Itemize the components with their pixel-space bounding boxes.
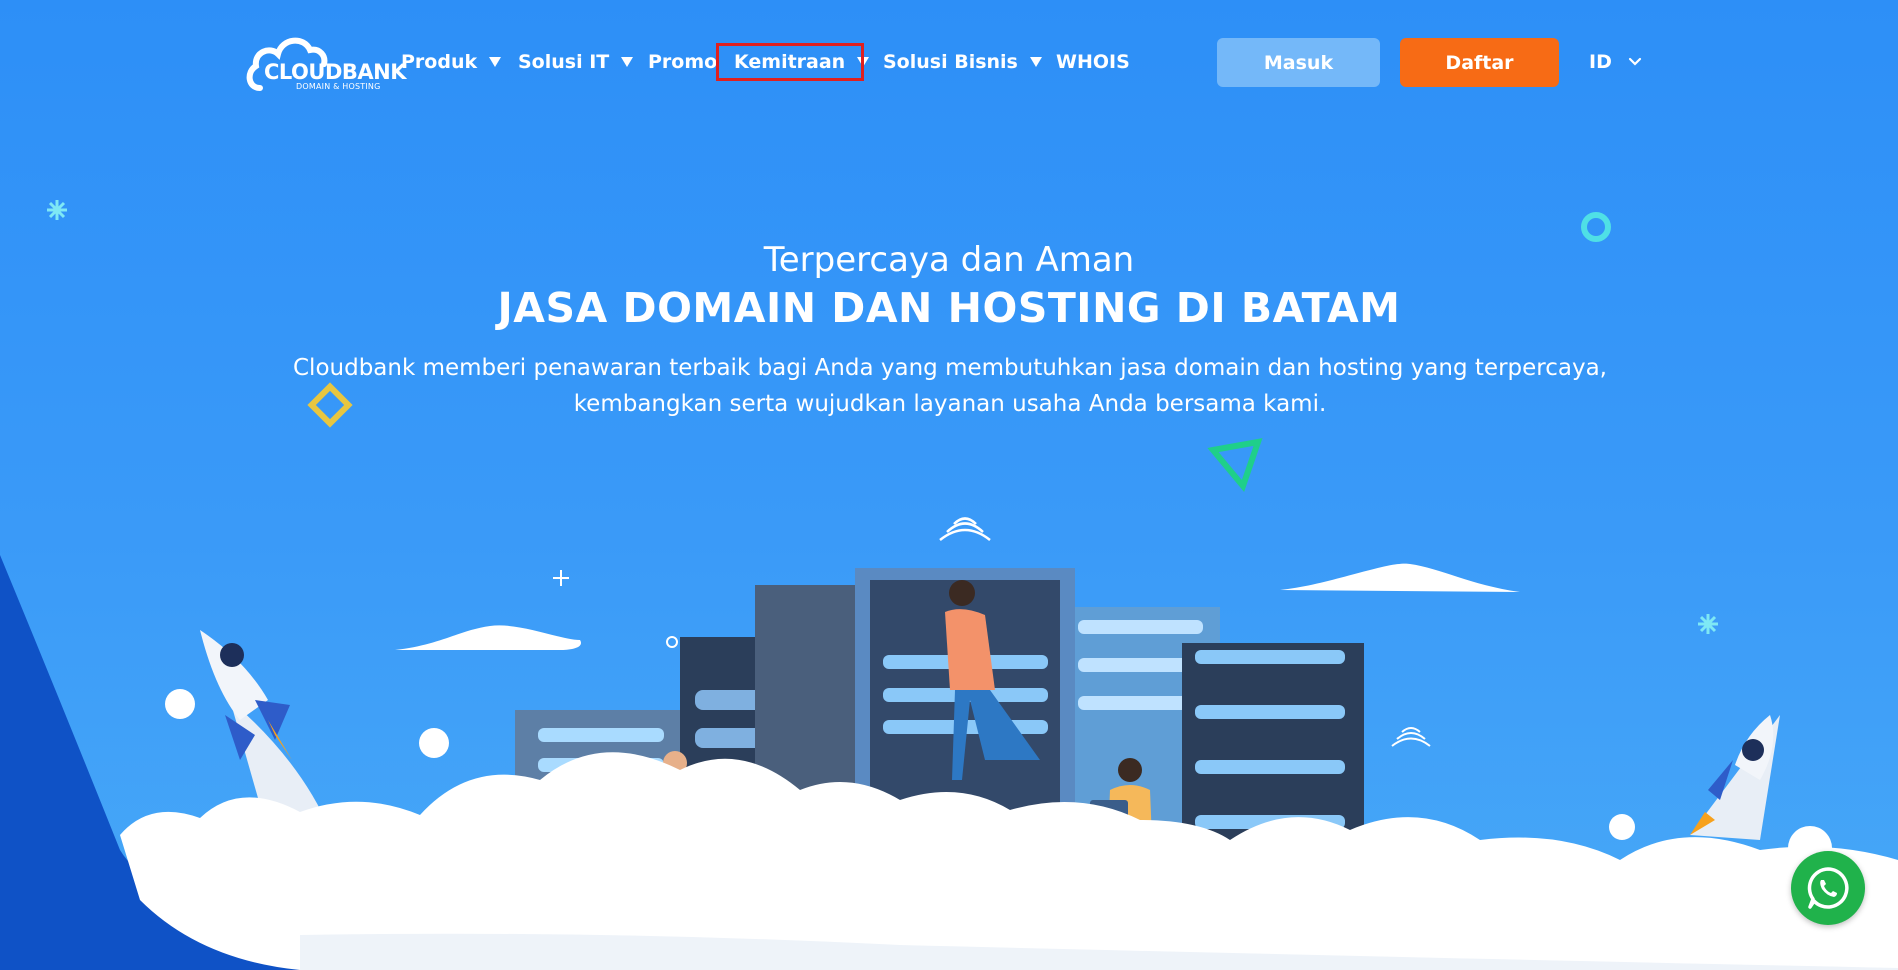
dot-icon (666, 636, 678, 648)
ball (419, 728, 449, 758)
whatsapp-icon (1807, 867, 1849, 909)
sparkle-icon (47, 200, 67, 220)
sky-cloud (1280, 563, 1520, 592)
ball (165, 689, 195, 719)
triangle-icon (1207, 438, 1263, 493)
ring-icon (1581, 212, 1611, 242)
sparkle-icon (1698, 614, 1718, 634)
wifi-icon (1391, 727, 1431, 747)
sky-cloud (395, 625, 581, 650)
whatsapp-button[interactable] (1791, 851, 1865, 925)
hero-illustration (0, 200, 1898, 970)
plus-icon (553, 570, 569, 586)
ball (1609, 814, 1635, 840)
wifi-icon (939, 517, 991, 541)
diamond-icon (307, 382, 353, 428)
rocket-right (1690, 715, 1780, 840)
